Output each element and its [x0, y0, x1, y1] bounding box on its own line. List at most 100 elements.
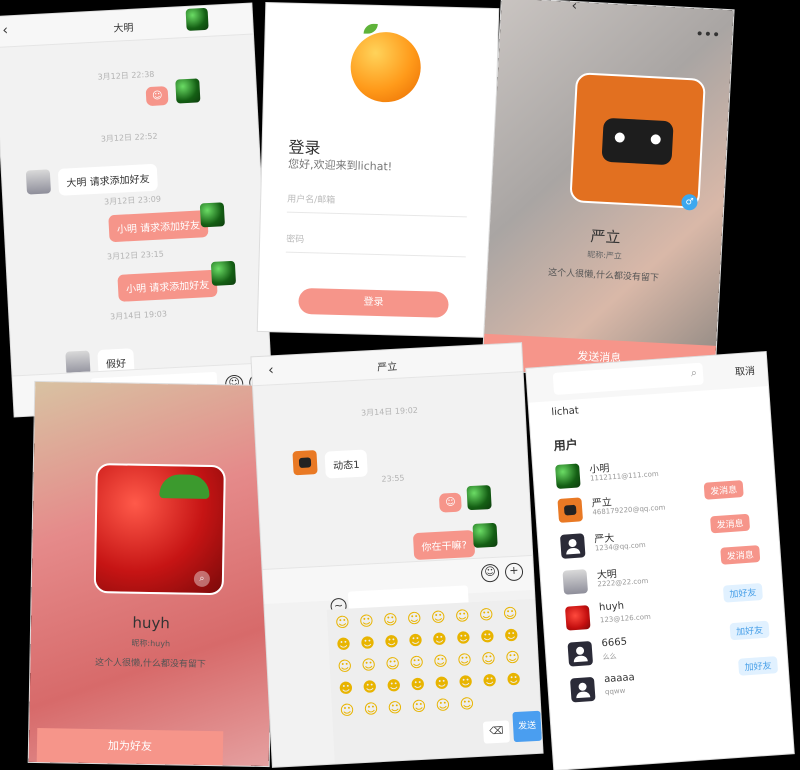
contact-avatar — [185, 7, 209, 31]
grinning-face-icon[interactable]: ☻ — [406, 675, 429, 696]
more-icon[interactable]: ••• — [695, 26, 721, 43]
grinning-face-icon[interactable]: ☻ — [332, 634, 355, 655]
section-title: 用户 — [553, 437, 579, 454]
smile-face-icon[interactable]: ☺ — [501, 648, 524, 669]
smile-face-icon[interactable]: ☺ — [431, 695, 454, 716]
message-bubble: 你在干嘛? — [412, 529, 476, 561]
grinning-face-icon[interactable]: ☻ — [380, 632, 403, 653]
avatar — [569, 676, 596, 703]
send-message-button[interactable]: 发消息 — [709, 513, 751, 534]
smile-face-icon[interactable]: ☺ — [455, 694, 478, 715]
smile-face-icon[interactable]: ☺ — [477, 649, 500, 670]
chat-title: 大明 — [113, 22, 134, 35]
user-avatar — [210, 260, 237, 286]
smile-face-icon[interactable]: ☺ — [499, 604, 522, 625]
back-chevron-icon[interactable]: ‹ — [571, 0, 577, 14]
grinning-face-icon[interactable]: ☻ — [476, 627, 499, 648]
emoji-bubble: ☺ — [438, 492, 463, 513]
smile-face-icon[interactable]: ☺ — [453, 650, 476, 671]
smile-face-icon[interactable]: ☺ — [331, 612, 354, 633]
contact-avatar — [292, 450, 318, 476]
user-avatar — [466, 485, 492, 511]
search-input[interactable]: ⌕ — [552, 362, 704, 395]
search-screen: ⌕ 取消 lichat 用户 小明 1112111@111.com 严立 468… — [526, 352, 794, 770]
send-button[interactable]: 发送 — [512, 710, 542, 743]
add-friend-button[interactable]: 加好友 — [722, 582, 763, 603]
chat-header: ‹ 大明 — [0, 3, 253, 48]
profile-name: huyh — [132, 613, 171, 633]
user-email: 123@126.com — [599, 612, 652, 625]
grinning-face-icon[interactable]: ☻ — [502, 670, 525, 691]
search-icon: ⌕ — [690, 365, 698, 380]
grinning-face-icon[interactable]: ☻ — [430, 673, 453, 694]
profile-screen-huyh: ⌕ huyh 昵称:huyh 这个人很懒,什么都没有留下 加为好友 — [28, 381, 276, 767]
smile-face-icon[interactable]: ☺ — [333, 656, 356, 677]
username-field[interactable]: 用户名/邮箱 — [286, 191, 468, 218]
chat-screen-yanli: ‹ 严立 3月14日 19:02 动态1 23:55 ☺ 你在干嘛? ~ ☺ +… — [251, 343, 543, 767]
smile-face-icon[interactable]: ☺ — [336, 700, 359, 721]
smile-face-icon[interactable]: ☺ — [360, 699, 383, 720]
grinning-face-icon[interactable]: ☻ — [478, 671, 501, 692]
send-message-button[interactable]: 发消息 — [703, 480, 744, 500]
login-button[interactable]: 登录 — [298, 287, 449, 318]
add-friend-button[interactable]: 加好友 — [737, 656, 779, 676]
smile-face-icon[interactable]: ☺ — [451, 606, 474, 627]
message-bubble: 大明 请求添加好友 — [57, 163, 159, 196]
grinning-face-icon[interactable]: ☻ — [454, 672, 477, 693]
grinning-face-icon[interactable]: ☻ — [452, 628, 475, 649]
grinning-face-icon[interactable]: ☻ — [428, 629, 451, 650]
smile-face-icon[interactable]: ☺ — [405, 653, 428, 674]
add-friend-button[interactable]: 加好友 — [729, 620, 770, 641]
avatar — [562, 569, 589, 595]
gender-badge-icon: ♂ — [681, 193, 698, 211]
chat-header: ‹ 严立 — [251, 343, 523, 387]
password-field[interactable]: 密码 — [285, 231, 467, 258]
app-logo-icon — [349, 31, 422, 104]
emoji-bubble: ☺ — [145, 85, 169, 107]
emoji-grid: ☺ ☺ ☺ ☺ ☺ ☺ ☺ ☺ ☻ ☻ ☻ ☻ ☻ ☻ ☻ ☻ ☺ ☺ ☺ ☺ ☺ ☺ ☺ ☺ ☻ ☻ ☻ ☻ ☻ ☻ ☻ ☻ ☺ ☺ ☺ ☺… — [331, 604, 526, 722]
profile-bio: 这个人很懒,什么都没有留下 — [547, 267, 660, 284]
avatar — [567, 640, 594, 667]
add-friend-button[interactable]: 加为好友 — [36, 728, 224, 766]
profile-screen-yanli: ‹ ••• ♂ 严立 昵称:严立 这个人很懒,什么都没有留下 发送消息 — [482, 0, 734, 382]
search-query: lichat — [551, 405, 580, 419]
send-message-button[interactable]: 发消息 — [720, 545, 761, 565]
message-bubble: 动态1 — [324, 449, 369, 479]
timestamp: 3月14日 19:02 — [360, 405, 419, 418]
delete-key-icon[interactable]: ⌫ — [482, 720, 510, 744]
cancel-button[interactable]: 取消 — [734, 362, 756, 378]
user-avatar — [199, 202, 225, 228]
smile-face-icon[interactable]: ☺ — [379, 610, 402, 631]
avatar — [557, 497, 584, 523]
login-title: 登录 — [288, 137, 321, 158]
smile-face-icon[interactable]: ☺ — [407, 696, 430, 717]
smile-face-icon[interactable]: ☺ — [475, 605, 498, 626]
profile-nickname: 昵称:huyh — [131, 638, 171, 649]
user-avatar — [472, 522, 498, 548]
smile-face-icon[interactable]: ☺ — [355, 611, 378, 632]
smile-face-icon[interactable]: ☺ — [403, 609, 426, 630]
avatar — [555, 463, 581, 490]
login-screen: 登录 您好,欢迎来到lichat! 用户名/邮箱 密码 登录 — [257, 3, 499, 337]
user-email: qqww — [604, 686, 626, 697]
grinning-face-icon[interactable]: ☻ — [500, 626, 523, 647]
avatar — [559, 533, 586, 559]
grinning-face-icon[interactable]: ☻ — [358, 677, 381, 698]
grinning-face-icon[interactable]: ☻ — [404, 631, 427, 652]
timestamp: 3月12日 22:38 — [97, 69, 155, 82]
smile-face-icon[interactable]: ☺ — [427, 607, 450, 628]
grinning-face-icon[interactable]: ☻ — [356, 633, 379, 654]
chat-screen-daming: ‹ 大明 3月12日 22:38 ☺ 3月12日 22:52 大明 请求添加好友… — [0, 3, 273, 417]
smile-face-icon[interactable]: ☺ — [429, 651, 452, 672]
emoji-icon[interactable]: ☺ — [480, 563, 500, 583]
smile-face-icon[interactable]: ☺ — [384, 698, 407, 719]
smile-face-icon[interactable]: ☺ — [381, 654, 404, 675]
plus-icon[interactable]: + — [504, 562, 524, 582]
grinning-face-icon[interactable]: ☻ — [334, 678, 357, 699]
login-subtitle: 您好,欢迎来到lichat! — [287, 157, 393, 174]
user-name: huyh — [598, 600, 625, 614]
grinning-face-icon[interactable]: ☻ — [382, 676, 405, 697]
smile-face-icon[interactable]: ☺ — [357, 655, 380, 676]
emoji-keyboard: ☺ ☺ ☺ ☺ ☺ ☺ ☺ ☺ ☻ ☻ ☻ ☻ ☻ ☻ ☻ ☻ ☺ ☺ ☺ ☺ ☺ ☺ ☺ ☺ ☻ ☻ ☻ ☻ ☻ ☻ ☻ ☻ ☺ ☺ ☺ ☺… — [326, 598, 543, 764]
avatar — [564, 605, 591, 631]
